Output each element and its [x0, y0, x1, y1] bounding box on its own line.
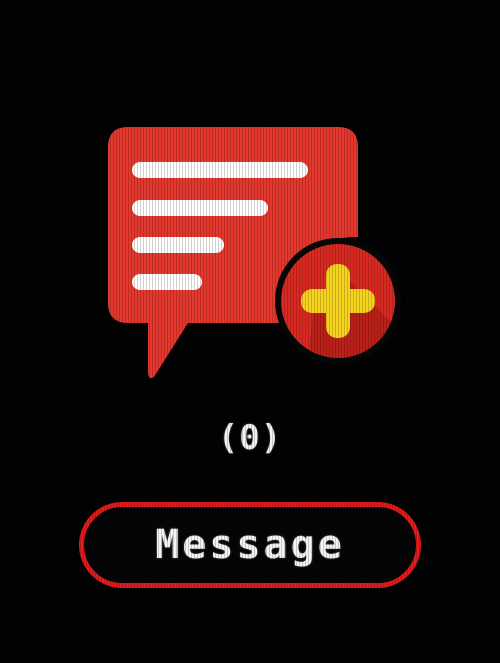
message-add-icon[interactable]: [106, 125, 402, 383]
message-app-screen: (0) Message: [0, 0, 500, 663]
message-count: (0): [217, 418, 283, 458]
message-button[interactable]: Message: [79, 502, 421, 588]
